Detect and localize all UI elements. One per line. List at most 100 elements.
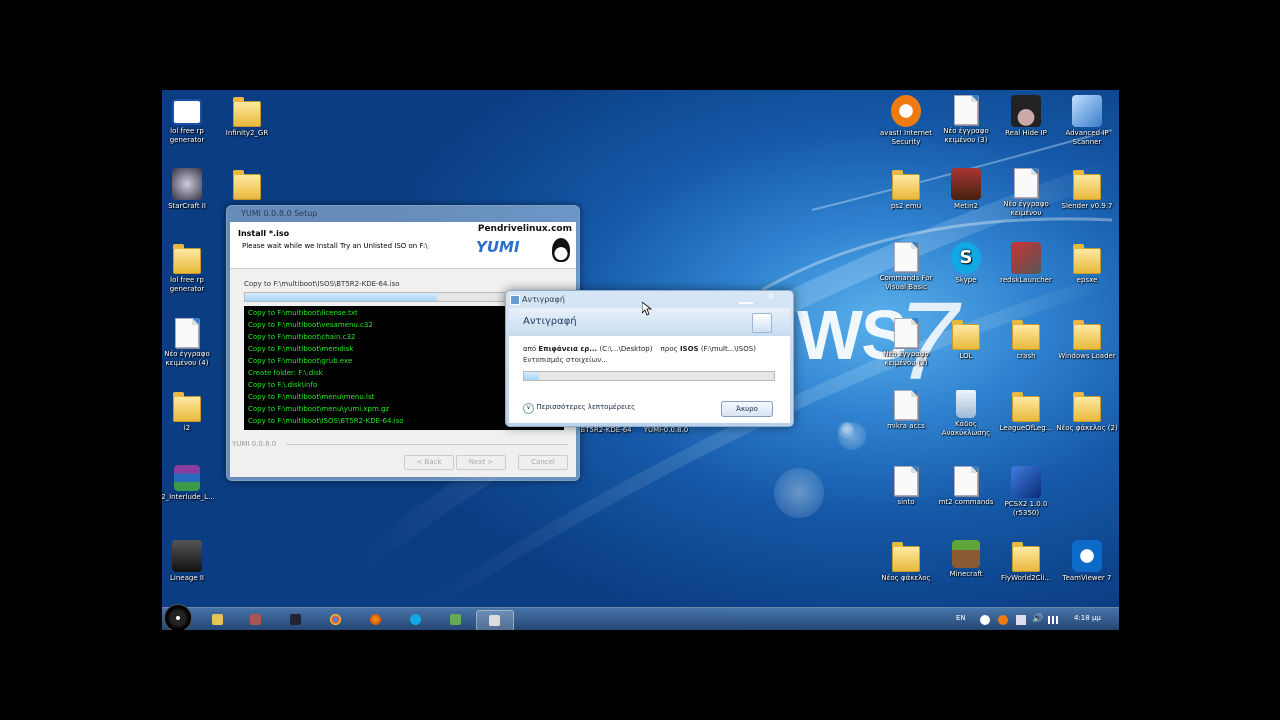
desktop-icon-windows-loader[interactable]: Windows Loader — [1055, 318, 1119, 361]
taskbar-app-2[interactable] — [238, 610, 274, 629]
version-divider — [286, 444, 568, 445]
icon-label: Windows Loader — [1058, 352, 1116, 360]
desktop-icon-teamviewer[interactable]: TeamViewer 7 — [1055, 540, 1119, 583]
desktop-icon-slender[interactable]: Slender v0.9.7 — [1055, 168, 1119, 211]
desktop-icon-interlude[interactable]: i2_Interlude_L... — [162, 465, 219, 502]
desktop-icon-redsk[interactable]: redskLauncher — [994, 242, 1058, 285]
desktop-icon-new-folder-2[interactable]: Νέος φάκελος (2) — [1055, 390, 1119, 433]
wallpaper-bubble — [774, 468, 824, 518]
app-icon — [290, 614, 301, 625]
desktop-icon-leagueoflegends[interactable]: LeagueOfLeg... — [994, 390, 1058, 433]
window-title: YUMI 0.0.8.0 Setup — [241, 209, 318, 218]
avast-tray-icon[interactable] — [998, 615, 1008, 625]
icon-label: ps2 emu — [890, 202, 922, 210]
icon-label: BT5R2-KDE-64 — [580, 426, 632, 434]
more-details-label: Περισσότερες λεπτομέρειες — [536, 403, 636, 411]
desktop-icon-folder[interactable] — [215, 168, 279, 202]
folder-icon — [1073, 170, 1101, 200]
desktop-icon-crash[interactable]: crash — [994, 318, 1058, 361]
folder-icon — [1012, 542, 1040, 572]
desktop-icon-bt5r2[interactable]: BT5R2-KDE-64 — [574, 426, 638, 435]
desktop-icon-lol[interactable]: LOL — [934, 318, 998, 361]
icon-label: StarCraft II — [168, 202, 206, 210]
taskbar-explorer[interactable] — [200, 610, 236, 629]
yumi-titlebar[interactable]: YUMI 0.0.8.0 Setup — [227, 206, 579, 222]
folder-icon — [173, 244, 201, 274]
folder-icon — [212, 614, 223, 625]
lineage-icon — [172, 540, 202, 572]
copy-status: Copy to F:\multiboot\ISOS\BT5R2-KDE-64.i… — [244, 280, 400, 288]
tray-toggle-icon[interactable] — [980, 615, 990, 625]
taskbar-app-7[interactable] — [438, 610, 474, 629]
desktop-icon-flyworld[interactable]: FlyWorld2Cli... — [994, 540, 1058, 583]
icon-label: mt2 commands — [938, 498, 994, 506]
desktop-icon-skype[interactable]: S Skype — [934, 242, 998, 285]
desktop-icon-mt2-commands[interactable]: mt2 commands — [934, 466, 998, 507]
desktop-icon-text-document-2[interactable]: Νέο έγγραφο κειμένου (2) — [874, 318, 938, 368]
back-button[interactable]: < Back — [404, 455, 454, 470]
tray-app-icon[interactable] — [1016, 615, 1026, 625]
desktop-icon-epsxe[interactable]: epsxe — [1055, 242, 1119, 285]
minimize-button[interactable] — [739, 294, 753, 304]
icon-label: Slender v0.9.7 — [1061, 202, 1113, 210]
desktop-icon-text-document-3[interactable]: Νέο έγγραφο κειμένου (3) — [934, 95, 998, 145]
desktop-icon-sinto[interactable]: sinto — [874, 466, 938, 507]
desktop-icon-lol-free-rp-2[interactable]: lol free rp generator — [162, 242, 219, 294]
desktop-icon-new-folder[interactable]: Νέος φάκελος — [874, 540, 938, 583]
icon-label: Νέος φάκελος (2) — [1056, 424, 1118, 432]
volume-icon[interactable]: 🔊 — [1032, 614, 1043, 624]
desktop-icon-lol-free-rp[interactable]: lol free rp generator — [162, 95, 219, 145]
desktop-icon-metin2[interactable]: Metin2 — [934, 168, 998, 211]
desktop-icon-minecraft[interactable]: Minecraft — [934, 540, 998, 579]
icon-label: FlyWorld2Cli... — [1000, 574, 1052, 582]
icon-label: sinto — [897, 498, 915, 506]
taskbar-yumi[interactable] — [476, 610, 514, 630]
icon-label: Real Hide IP — [1005, 129, 1047, 137]
desktop-icon-pcsx2[interactable]: PCSX2 1.0.0 (r5350) — [994, 466, 1058, 518]
yumi-icon — [489, 615, 500, 626]
cancel-button[interactable]: Cancel — [518, 455, 568, 470]
spy-icon — [1011, 95, 1041, 127]
close-button[interactable]: ✕ — [757, 291, 785, 303]
icon-label: epsxe — [1076, 276, 1098, 284]
copy-cancel-button[interactable]: Άκυρο — [721, 401, 773, 417]
desktop-icon-commands[interactable]: Commands For Visual Basic — [874, 242, 938, 292]
icon-label: lol free rp generator — [169, 127, 205, 144]
desktop-icon-text-document-4[interactable]: Νέο έγγραφο κειμένου (4) — [162, 318, 219, 368]
desktop-icon-mikra-accs[interactable]: mikra accs — [874, 390, 938, 431]
start-button[interactable] — [164, 604, 192, 630]
desktop-icon-ps2-emu[interactable]: ps2 emu — [874, 168, 938, 211]
language-indicator[interactable]: EN — [956, 614, 966, 622]
desktop-icon-advanced-ip[interactable]: Advanced IP Scanner — [1055, 95, 1119, 147]
desktop-icon-text-document[interactable]: Νέο έγγραφο κειμένου — [994, 168, 1058, 218]
taskbar-firefox[interactable] — [358, 610, 394, 629]
more-details-toggle[interactable]: ∨ Περισσότερες λεπτομέρειες — [523, 403, 635, 414]
copy-body: Αντιγραφή από Επιφάνεια ερ... (C:\...\De… — [509, 308, 790, 423]
install-subtitle: Please wait while we Install Try an Unli… — [242, 242, 428, 250]
desktop-icon-i2[interactable]: i2 — [162, 390, 219, 433]
icon-label: LeagueOfLeg... — [999, 424, 1053, 432]
taskbar-skype[interactable] — [398, 610, 434, 629]
folder-icon — [1073, 320, 1101, 350]
desktop-icon-lineage[interactable]: Lineage II — [162, 540, 219, 583]
icon-label: Κάδος Ανακύκλωσης — [941, 420, 991, 437]
next-button[interactable]: Next > — [456, 455, 506, 470]
desktop-icon-infinity2[interactable]: Infinity2_GR — [215, 95, 279, 138]
text-document-icon — [1014, 168, 1038, 198]
clock[interactable]: 4:18 μμ — [1074, 614, 1101, 622]
desktop-icon-recycle-bin[interactable]: Κάδος Ανακύκλωσης — [934, 390, 998, 438]
icon-label: Νέο έγγραφο κειμένου (3) — [943, 127, 989, 144]
yumi-version: YUMI 0.0.8.0 — [232, 440, 277, 448]
desktop-icon-starcraft[interactable]: StarCraft II — [162, 168, 219, 211]
copy-window-title: Αντιγραφή — [522, 295, 565, 304]
chevron-down-icon: ∨ — [523, 403, 534, 414]
from-path: (C:\...\Desktop) — [599, 345, 653, 353]
desktop-icon-yumi[interactable]: YUMI-0.0.8.0 — [634, 426, 698, 435]
network-icon[interactable] — [1048, 616, 1058, 624]
winrar-icon — [174, 465, 200, 491]
desktop-icon-real-hide-ip[interactable]: Real Hide IP — [994, 95, 1058, 138]
desktop-icon-avast[interactable]: avast! Internet Security — [874, 95, 938, 147]
avast-icon — [891, 95, 921, 127]
taskbar-chrome[interactable] — [318, 610, 354, 629]
taskbar-app-3[interactable] — [278, 610, 314, 629]
